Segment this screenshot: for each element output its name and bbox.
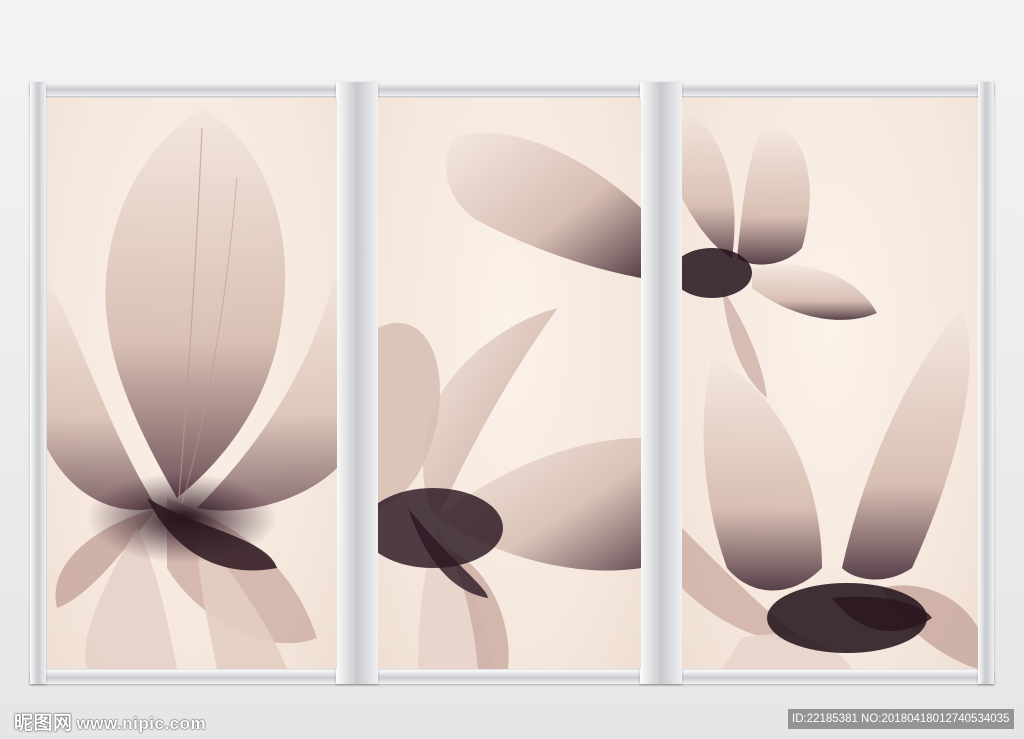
frame-top-rail — [30, 82, 994, 96]
frame-left-rail — [30, 82, 46, 684]
watermark-site-cn: 昵图网 — [14, 713, 73, 734]
middle-panel — [378, 98, 641, 669]
magnolia-flower-right — [682, 108, 978, 669]
watermark-site-url: www.nipic.com — [76, 714, 207, 733]
magnolia-flower-left — [47, 108, 337, 669]
watermark-site: 昵图网 www.nipic.com — [14, 708, 206, 735]
frame-divider-1 — [336, 82, 378, 684]
magnolia-flower-middle — [378, 132, 641, 669]
frame-right-rail — [978, 82, 994, 684]
left-panel — [47, 98, 337, 669]
frame-bottom-rail — [30, 670, 994, 684]
frame-divider-2 — [640, 82, 682, 684]
watermark-id: ID:22185381 NO:20180418012740534035 — [788, 709, 1014, 729]
right-panel — [682, 98, 978, 669]
